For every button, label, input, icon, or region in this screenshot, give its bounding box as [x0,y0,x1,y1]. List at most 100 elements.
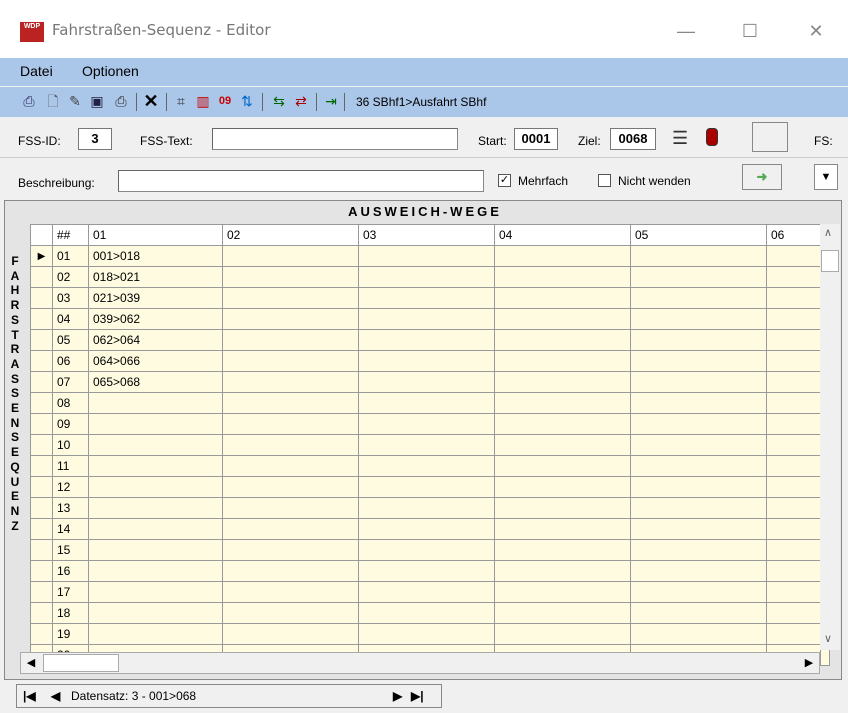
current-row-icon[interactable]: ▶ [30,245,53,267]
grid-cell[interactable] [222,455,359,477]
row-indicator[interactable] [30,518,53,540]
nicht-wenden-checkbox[interactable] [598,174,611,187]
table-row[interactable]: 06 064>066 [30,350,830,372]
grid-cell[interactable] [630,413,767,435]
grid-cell[interactable] [88,560,223,582]
grid-cell[interactable] [766,308,821,330]
table-row[interactable]: 19 [30,623,830,645]
grid-cell[interactable] [222,308,359,330]
grid-cell[interactable] [766,602,821,624]
table-row[interactable]: 13 [30,497,830,519]
table-row[interactable]: 10 [30,434,830,456]
fss-text-input[interactable] [212,128,458,150]
prev-record-button[interactable]: ◀ [51,689,60,703]
print-icon[interactable]: ⎙ [112,92,130,110]
grid-cell[interactable] [222,371,359,393]
grid-cell[interactable] [494,245,631,267]
grid-cell[interactable] [494,392,631,414]
grid-cell[interactable] [630,539,767,561]
grid-cell[interactable] [630,350,767,372]
new-document-icon[interactable]: 🗋 [44,92,62,110]
menu-datei[interactable]: Datei [20,63,53,79]
grid-cell[interactable] [630,434,767,456]
grid-cell[interactable] [766,455,821,477]
table-row[interactable]: 17 [30,581,830,603]
grid-cell[interactable] [88,497,223,519]
beschreibung-input[interactable] [118,170,484,192]
grid-cell[interactable] [494,455,631,477]
grid-cell[interactable] [766,476,821,498]
wizard-icon[interactable]: ✎ [66,92,84,110]
grid-cell[interactable] [222,560,359,582]
grid-cell[interactable] [88,623,223,645]
table-row[interactable]: 05 062>064 [30,329,830,351]
grid-cell[interactable] [766,350,821,372]
grid-cell[interactable] [766,266,821,288]
grid-cell[interactable] [766,623,821,645]
row-indicator[interactable] [30,560,53,582]
grid-cell[interactable] [630,581,767,603]
table-row[interactable]: 08 [30,392,830,414]
fs-dropdown-button[interactable]: ▼ [814,164,838,190]
counter-icon[interactable]: 09 [216,92,234,110]
close-button[interactable]: ✕ [796,16,836,46]
grid-cell[interactable] [358,602,495,624]
grid-cell[interactable] [630,455,767,477]
grid-cell[interactable] [222,539,359,561]
grid-cell[interactable] [494,434,631,456]
grid-cell[interactable] [222,602,359,624]
row-indicator[interactable] [30,392,53,414]
grid-cell[interactable] [88,518,223,540]
grid-cell[interactable] [494,371,631,393]
row-indicator[interactable] [30,266,53,288]
grid-cell[interactable] [88,581,223,603]
grid-cell[interactable] [630,329,767,351]
grid-cell[interactable]: 065>068 [88,371,223,393]
grid-cell[interactable] [88,455,223,477]
row-indicator[interactable] [30,287,53,309]
grid-cell[interactable] [766,413,821,435]
grid-cell[interactable] [494,287,631,309]
grid-cell[interactable] [766,581,821,603]
grid-cell[interactable] [358,350,495,372]
grid-cell[interactable] [222,476,359,498]
swap-icon[interactable]: ⇅ [238,92,256,110]
grid-cell[interactable] [494,266,631,288]
grid-cell[interactable]: 021>039 [88,287,223,309]
column-header[interactable]: 04 [494,224,631,246]
grid-cell[interactable] [222,581,359,603]
grid-cell[interactable] [358,560,495,582]
grid-cell[interactable] [630,476,767,498]
grid-cell[interactable] [766,287,821,309]
grid-cell[interactable] [766,245,821,267]
grid-cell[interactable] [630,266,767,288]
grid-cell[interactable] [630,392,767,414]
grid-cell[interactable] [494,539,631,561]
table-row[interactable]: ▶ 01 001>018 [30,245,830,267]
table-row[interactable]: 03 021>039 [30,287,830,309]
signal-icon[interactable] [706,128,718,146]
mehrfach-checkbox[interactable]: ✓ [498,174,511,187]
grid-cell[interactable] [630,623,767,645]
minimize-button[interactable]: — [666,16,706,46]
grid-cell[interactable] [358,518,495,540]
grid-cell[interactable] [88,602,223,624]
grid-cell[interactable] [88,539,223,561]
grid-cell[interactable] [222,392,359,414]
grid-cell[interactable] [766,434,821,456]
select-icon[interactable]: ⌗ [172,92,190,110]
grid-cell[interactable] [88,476,223,498]
grid-cell[interactable] [494,308,631,330]
grid-cell[interactable] [494,350,631,372]
grid-cell[interactable]: 001>018 [88,245,223,267]
grid-cell[interactable] [358,581,495,603]
delete-icon[interactable]: ✕ [142,92,160,110]
next-record-button[interactable]: ▶ [393,689,402,703]
row-indicator[interactable] [30,308,53,330]
grid-cell[interactable] [766,497,821,519]
scroll-right-icon[interactable]: ▶ [799,653,819,673]
grid-cell[interactable] [494,623,631,645]
table-row[interactable]: 18 [30,602,830,624]
grid-cell[interactable] [766,392,821,414]
table-row[interactable]: 04 039>062 [30,308,830,330]
